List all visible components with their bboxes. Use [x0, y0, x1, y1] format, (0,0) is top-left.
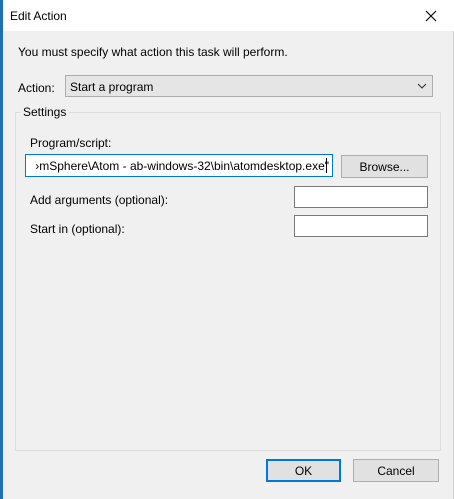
- add-arguments-input[interactable]: [294, 186, 428, 208]
- edit-action-dialog: Edit Action You must specify what action…: [3, 0, 454, 499]
- close-icon: [425, 10, 437, 21]
- program-script-input[interactable]: ›mSphere\Atom - ab-windows-32\bin\atomde…: [25, 154, 333, 177]
- title-bar[interactable]: Edit Action: [3, 0, 454, 31]
- ok-button[interactable]: OK: [266, 459, 341, 482]
- cancel-button[interactable]: Cancel: [353, 459, 439, 482]
- browse-button[interactable]: Browse...: [341, 155, 428, 178]
- program-script-label: Program/script:: [30, 136, 112, 150]
- window-title: Edit Action: [10, 9, 67, 23]
- start-in-input[interactable]: [294, 215, 428, 237]
- start-in-label: Start in (optional):: [30, 222, 125, 236]
- instruction-text: You must specify what action this task w…: [18, 45, 288, 59]
- text-caret: [326, 158, 327, 173]
- action-label: Action:: [18, 81, 55, 95]
- chevron-down-icon: [417, 83, 427, 89]
- action-selected-value: Start a program: [70, 80, 154, 94]
- action-dropdown[interactable]: Start a program: [65, 75, 433, 97]
- settings-legend: Settings: [20, 105, 70, 119]
- add-arguments-label: Add arguments (optional):: [30, 193, 169, 207]
- program-script-value: ›mSphere\Atom - ab-windows-32\bin\atomde…: [35, 159, 329, 173]
- close-button[interactable]: [408, 0, 454, 31]
